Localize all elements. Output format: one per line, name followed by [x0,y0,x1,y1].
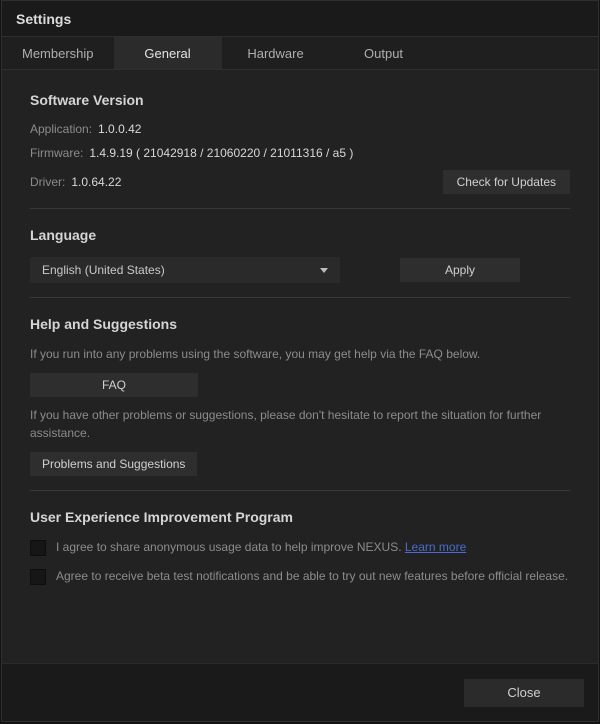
driver-row: Driver: 1.0.64.22 Check for Updates [30,170,570,194]
driver-label: Driver: [30,175,65,189]
application-row: Application: 1.0.0.42 [30,122,570,136]
divider [30,297,570,298]
check-updates-button[interactable]: Check for Updates [443,170,570,194]
window-title: Settings [16,11,71,27]
apply-button[interactable]: Apply [400,258,520,282]
ux-heading: User Experience Improvement Program [30,509,570,525]
application-label: Application: [30,122,92,136]
language-selected-value: English (United States) [42,263,165,277]
firmware-label: Firmware: [30,146,83,160]
tab-general[interactable]: General [114,37,222,69]
footer: Close [2,663,598,721]
ux-option-2-row: Agree to receive beta test notifications… [30,568,570,585]
titlebar: Settings [2,1,598,37]
chevron-down-icon [320,268,328,273]
ux-option-2-checkbox[interactable] [30,569,46,585]
problems-suggestions-button[interactable]: Problems and Suggestions [30,452,197,476]
divider [30,490,570,491]
general-panel: Software Version Application: 1.0.0.42 F… [2,70,598,663]
tab-membership[interactable]: Membership [2,37,114,69]
help-text-1: If you run into any problems using the s… [30,346,570,363]
ux-option-1-label: I agree to share anonymous usage data to… [56,539,466,556]
help-heading: Help and Suggestions [30,316,570,332]
divider [30,208,570,209]
driver-value: 1.0.64.22 [71,175,121,189]
help-text-2: If you have other problems or suggestion… [30,407,570,442]
firmware-value: 1.4.9.19 ( 21042918 / 21060220 / 2101131… [89,146,353,160]
software-version-heading: Software Version [30,92,570,108]
language-heading: Language [30,227,570,243]
learn-more-link[interactable]: Learn more [405,540,466,554]
settings-window: Settings Membership General Hardware Out… [1,0,599,722]
faq-button[interactable]: FAQ [30,373,198,397]
tab-output[interactable]: Output [330,37,438,69]
tab-bar: Membership General Hardware Output [2,37,598,70]
firmware-row: Firmware: 1.4.9.19 ( 21042918 / 21060220… [30,146,570,160]
ux-option-1-row: I agree to share anonymous usage data to… [30,539,570,556]
language-select[interactable]: English (United States) [30,257,340,283]
ux-option-2-label: Agree to receive beta test notifications… [56,568,568,585]
close-button[interactable]: Close [464,679,584,707]
ux-option-1-checkbox[interactable] [30,540,46,556]
ux-option-1-text: I agree to share anonymous usage data to… [56,540,405,554]
language-row: English (United States) Apply [30,257,570,283]
tab-hardware[interactable]: Hardware [222,37,330,69]
application-value: 1.0.0.42 [98,122,141,136]
